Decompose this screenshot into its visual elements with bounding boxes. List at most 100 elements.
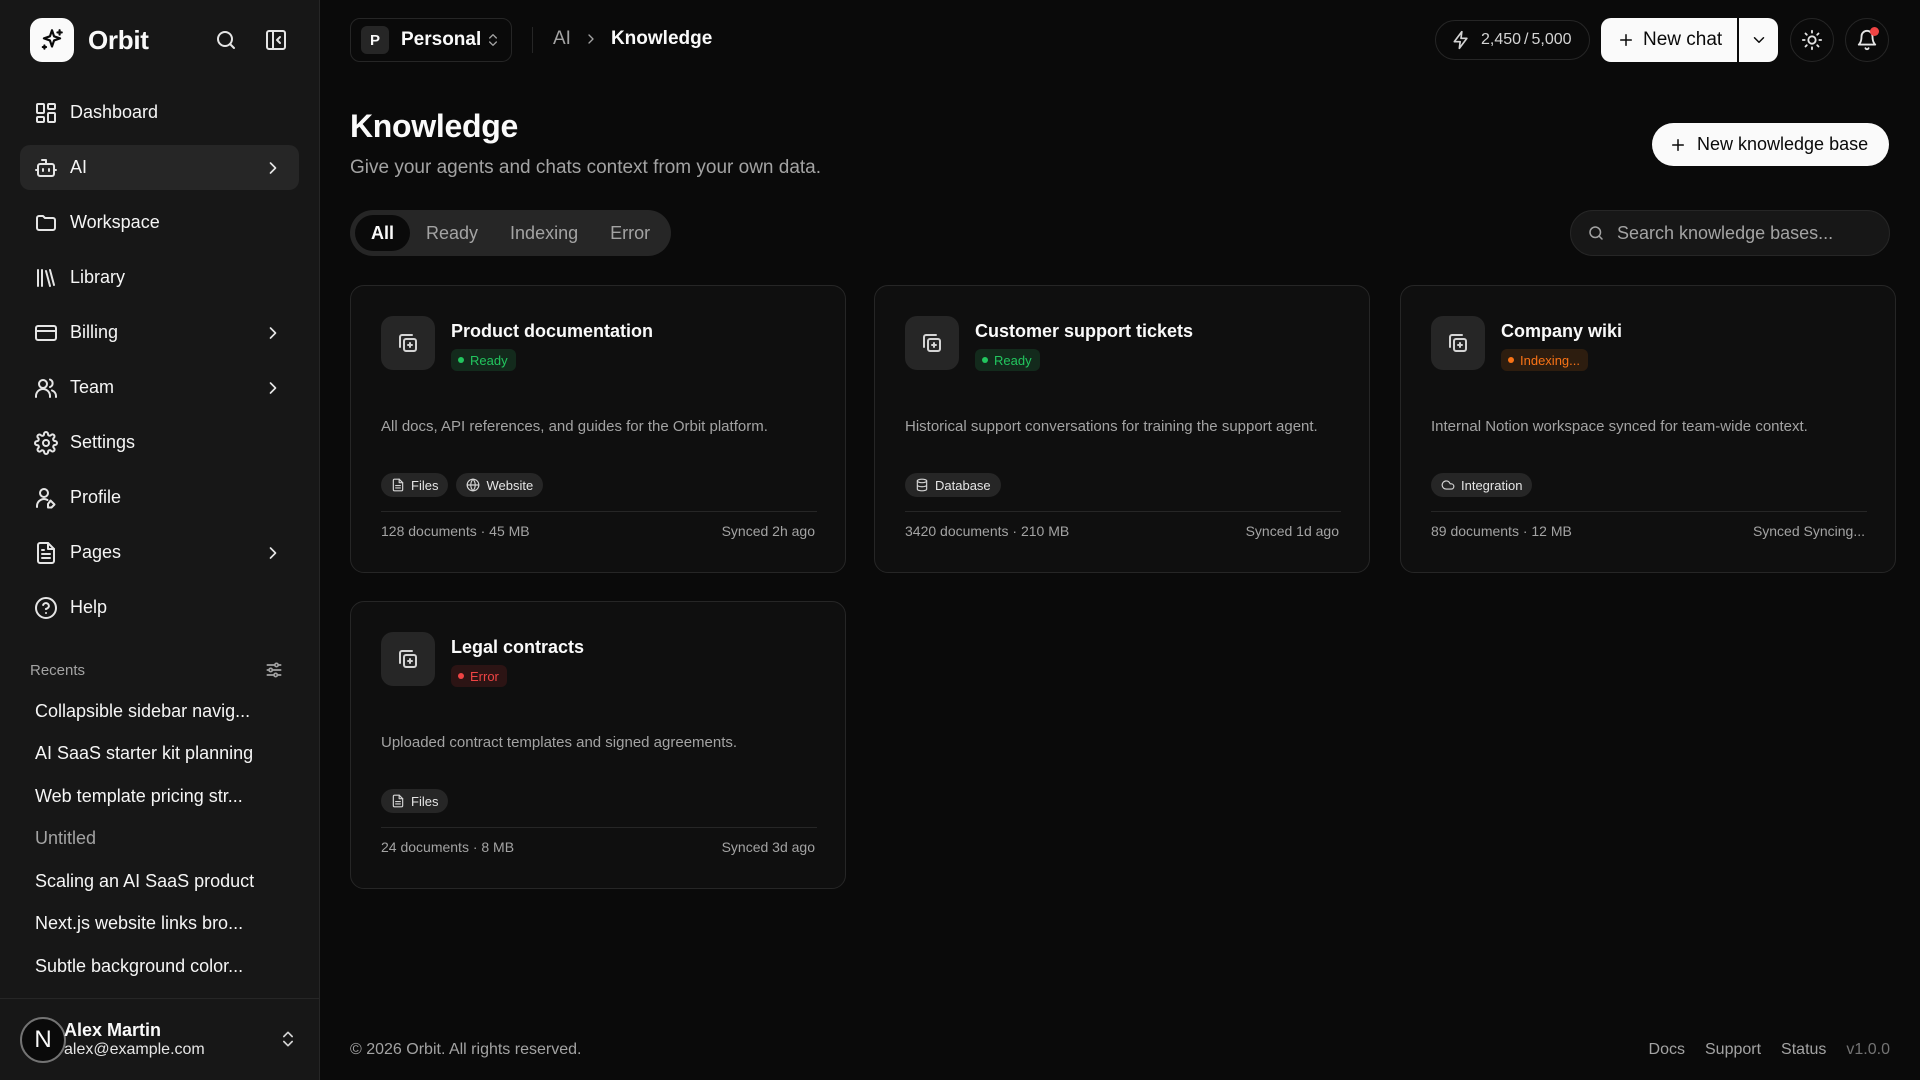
card-title: Company wiki	[1501, 321, 1623, 341]
bot-icon	[35, 158, 57, 177]
sidebar-item-label: Team	[70, 377, 115, 397]
collapse-sidebar-button[interactable]	[260, 24, 292, 56]
source-chip: Website	[456, 473, 544, 497]
chevron-right-icon	[269, 381, 277, 394]
search-icon	[1589, 226, 1603, 240]
new-chat-label: New chat	[1643, 29, 1723, 50]
tab-all[interactable]: All	[355, 215, 411, 251]
tab-ready[interactable]: Ready	[410, 215, 494, 251]
source-chips: Database	[905, 473, 1001, 497]
card-sync-status: Synced Syncing...	[1752, 523, 1865, 539]
sidebar-item-library[interactable]: Library	[20, 255, 299, 300]
app-version: v1.0.0	[1846, 1041, 1890, 1058]
sidebar-item-workspace[interactable]: Workspace	[20, 200, 299, 245]
recents-header: Recents	[30, 660, 284, 680]
sidebar-item-dashboard[interactable]: Dashboard	[20, 90, 299, 135]
search-button[interactable]	[210, 24, 242, 56]
status-dot	[982, 357, 988, 363]
sidebar-item-label: Billing	[70, 322, 119, 342]
search-input[interactable]	[1617, 222, 1867, 244]
sidebar-item-pages[interactable]: Pages	[20, 530, 299, 575]
user-menu[interactable]: N Alex Martin alex@example.com	[0, 998, 320, 1080]
source-label: Files	[411, 477, 439, 493]
sidebar-item-label: Settings	[70, 432, 136, 452]
footer-link-status[interactable]: Status	[1781, 1041, 1826, 1059]
recent-chat-item[interactable]: Collapsible sidebar navig...	[20, 690, 299, 733]
knowledge-base-card[interactable]: Product documentation Ready All docs, API …	[350, 285, 846, 573]
tab-indexing[interactable]: Indexing	[494, 215, 594, 251]
status-badge: Ready	[451, 349, 516, 371]
card-sync-status: Synced 2h ago	[721, 523, 815, 539]
card-meta: 128 documents · 45 MB	[381, 523, 530, 539]
footer-link-docs[interactable]: Docs	[1649, 1041, 1685, 1059]
nav-icon-wrap	[34, 486, 58, 510]
page-subtitle: Give your agents and chats context from …	[350, 157, 822, 178]
credits-used: 2,450	[1481, 31, 1522, 48]
new-chat-dropdown-button[interactable]	[1739, 18, 1778, 62]
sidebar-item-profile[interactable]: Profile	[20, 475, 299, 520]
search-icon	[217, 31, 235, 49]
copy-icon	[399, 650, 417, 668]
status-badge: Indexing...	[1501, 349, 1588, 371]
chevron-right-icon	[588, 34, 594, 44]
footer-link-support[interactable]: Support	[1705, 1041, 1761, 1059]
sidebar-item-billing[interactable]: Billing	[20, 310, 299, 355]
recent-chat-item[interactable]: Untitled	[20, 818, 299, 861]
footer-copyright: © 2026 Orbit. All rights reserved.	[350, 1041, 582, 1058]
folder-icon	[36, 214, 56, 231]
source-label: Files	[411, 793, 439, 809]
workspace-switcher[interactable]: P Personal	[350, 18, 512, 62]
panel-left-icon	[266, 30, 286, 50]
recent-chat-item[interactable]: Subtle background color...	[20, 945, 299, 988]
notification-dot	[1870, 27, 1879, 36]
user-name: Alex Martin	[64, 1019, 162, 1040]
recent-chat-item[interactable]: Next.js website links bro...	[20, 903, 299, 946]
new-knowledge-base-button[interactable]: New knowledge base	[1652, 123, 1889, 166]
status-filter-tabs: All Ready Indexing Error	[350, 210, 672, 256]
sun-icon	[1801, 29, 1823, 51]
tab-error[interactable]: Error	[594, 215, 666, 251]
status-dot	[458, 357, 464, 363]
sidebar-item-label: Workspace	[70, 212, 160, 232]
source-chips: Files Website	[381, 473, 544, 497]
card-meta: 24 documents · 8 MB	[381, 839, 515, 855]
status-label: Ready	[470, 352, 508, 368]
nav-icon-wrap	[34, 430, 58, 455]
source-chip: Files	[381, 789, 449, 813]
sidebar-nav: Dashboard AI Workspace Library Billing Team Se…	[20, 90, 299, 640]
file-text-icon	[392, 478, 404, 492]
recent-chat-item[interactable]: AI SaaS starter kit planning	[20, 733, 299, 776]
sidebar-item-label: Help	[70, 597, 108, 617]
chevron-right-icon	[269, 546, 277, 559]
cloud-icon	[1441, 480, 1455, 490]
sidebar-item-help[interactable]: Help	[20, 585, 299, 630]
page-title: Knowledge	[350, 108, 518, 144]
search-field[interactable]	[1570, 210, 1890, 256]
breadcrumb-parent[interactable]: AI	[553, 28, 571, 50]
nav-icon-wrap	[34, 211, 58, 235]
library-icon	[37, 268, 55, 287]
credits-separator: /	[1524, 31, 1529, 48]
status-dot	[1508, 357, 1514, 363]
credits-indicator[interactable]: 2,450 / 5,000	[1435, 20, 1590, 60]
sparkles-logo-icon	[30, 18, 74, 62]
chevron-right-icon	[269, 161, 277, 174]
knowledge-base-card[interactable]: Customer support tickets Ready Historical …	[874, 285, 1370, 573]
sidebar-item-label: Library	[70, 267, 126, 287]
recent-chat-item[interactable]: Web template pricing str...	[20, 775, 299, 818]
copy-icon	[399, 334, 417, 352]
knowledge-base-card[interactable]: Company wiki Indexing... Internal Notion w…	[1400, 285, 1896, 573]
source-chip: Files	[381, 473, 449, 497]
sidebar-item-ai[interactable]: AI	[20, 145, 299, 190]
theme-toggle-button[interactable]	[1790, 18, 1834, 62]
sidebar-item-settings[interactable]: Settings	[20, 420, 299, 465]
recent-chat-item[interactable]: Scaling an AI SaaS product	[20, 860, 299, 903]
nav-icon-wrap	[34, 156, 58, 180]
knowledge-base-card[interactable]: Legal contracts Error Uploaded contract te…	[350, 601, 846, 889]
sliders-icon[interactable]	[264, 660, 284, 680]
notifications-button[interactable]	[1845, 18, 1889, 62]
new-chat-button[interactable]: New chat	[1601, 18, 1737, 62]
card-description: Uploaded contract templates and signed a…	[381, 734, 738, 751]
brand[interactable]: Orbit	[30, 18, 149, 62]
sidebar-item-team[interactable]: Team	[20, 365, 299, 410]
